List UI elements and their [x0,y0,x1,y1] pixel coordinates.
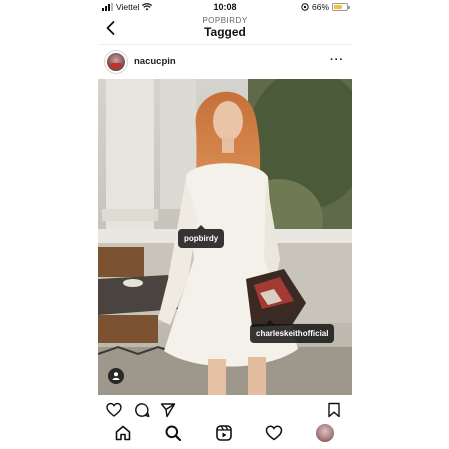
profile-avatar[interactable] [316,424,334,442]
page-header: POPBIRDY Tagged [98,14,352,44]
home-icon[interactable] [114,424,132,442]
product-tag-charleskeith[interactable]: charleskeithofficial [250,320,335,343]
post-actions [98,400,352,418]
bookmark-icon[interactable] [326,402,342,418]
post-photo[interactable]: popbirdy charleskeithofficial [98,79,352,395]
orientation-lock-icon [301,3,309,11]
avatar[interactable] [104,50,128,74]
page-subtitle: POPBIRDY [202,16,248,25]
status-bar: Viettel 10:08 66% [98,0,352,14]
search-icon[interactable] [164,424,182,442]
heart-icon[interactable] [106,402,122,418]
activity-heart-icon[interactable] [265,424,283,442]
reels-icon[interactable] [215,424,233,442]
send-icon[interactable] [160,402,176,418]
more-horizontal-icon[interactable]: ··· [330,54,344,66]
user-tags-button[interactable] [108,368,124,384]
instagram-screen: Viettel 10:08 66% POPBIRDY Tagged nacucp… [98,0,352,449]
post-username[interactable]: nacucpin [134,56,176,67]
page-title: Tagged [204,25,246,39]
bottom-navigation [98,420,352,446]
battery-icon [332,3,350,11]
user-icon [112,372,120,380]
comment-icon[interactable] [134,402,150,418]
battery-percent: 66% [311,2,329,12]
photo-image [98,79,352,395]
post-header: nacucpin ··· [98,44,352,78]
product-tag-popbirdy[interactable]: popbirdy [178,225,225,248]
